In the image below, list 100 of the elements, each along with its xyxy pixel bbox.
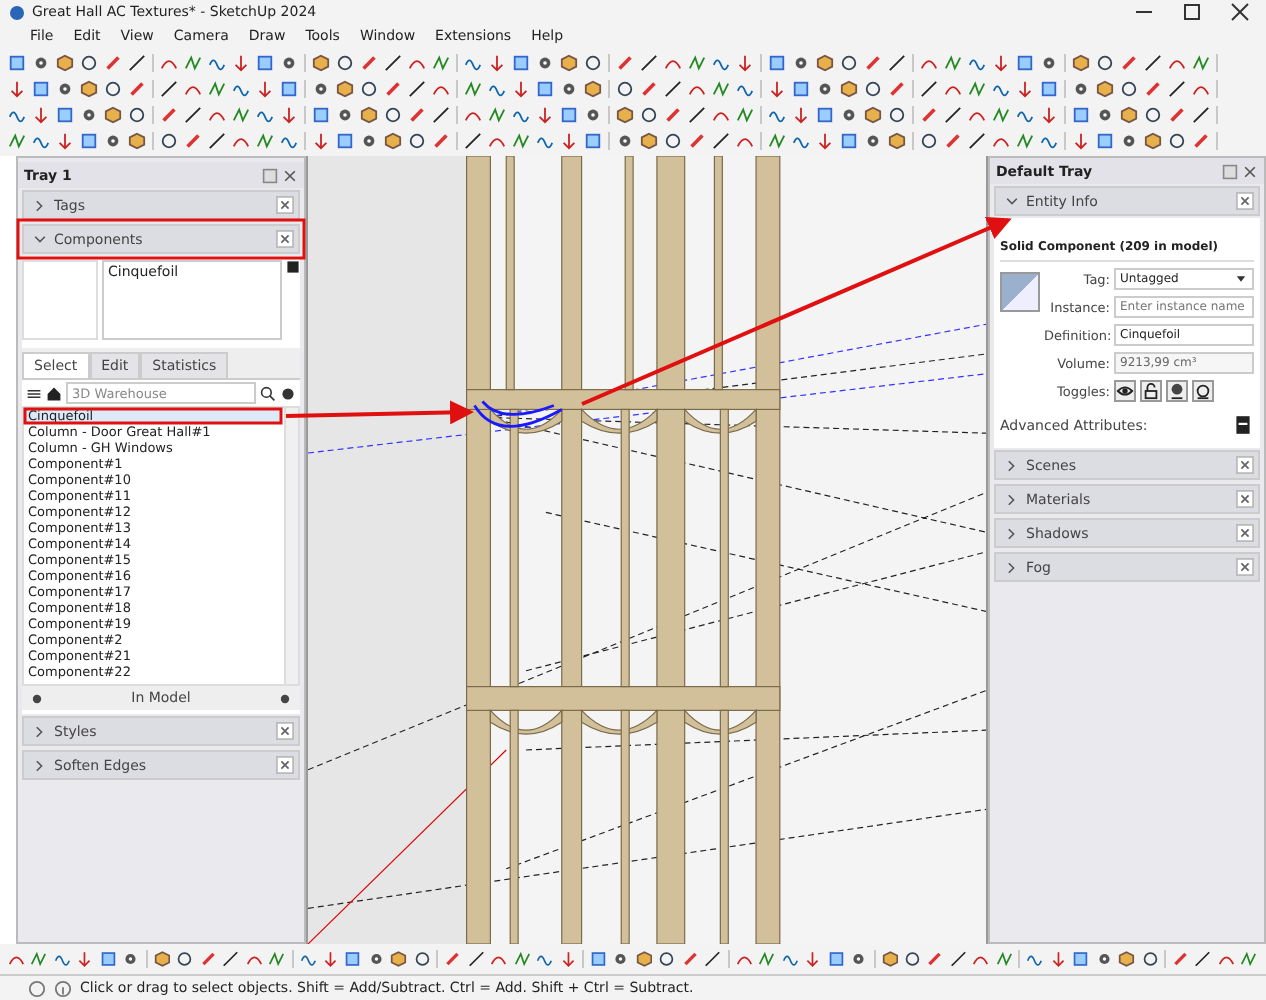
circle-icon[interactable] — [920, 132, 938, 150]
chevron-down-icon[interactable] — [32, 231, 48, 247]
lock-icon[interactable] — [1140, 380, 1162, 402]
close-icon[interactable] — [276, 756, 294, 774]
arrow-icon[interactable] — [816, 132, 834, 150]
close-icon[interactable] — [276, 722, 294, 740]
circle-icon[interactable] — [584, 54, 602, 72]
wave-icon[interactable] — [781, 950, 799, 968]
square-icon[interactable] — [280, 80, 298, 98]
line-icon[interactable] — [222, 950, 240, 968]
line-icon[interactable] — [640, 54, 658, 72]
line-icon[interactable] — [408, 80, 426, 98]
zigzag-icon[interactable] — [758, 950, 776, 968]
square-icon[interactable] — [344, 950, 362, 968]
zigzag-icon[interactable] — [8, 132, 26, 150]
square-icon[interactable] — [256, 54, 274, 72]
arrow-icon[interactable] — [792, 106, 810, 124]
circle-icon[interactable] — [413, 950, 431, 968]
close-icon[interactable] — [282, 167, 298, 183]
line-icon[interactable] — [704, 950, 722, 968]
square-icon[interactable] — [99, 950, 117, 968]
attributes-icon[interactable] — [1232, 414, 1254, 436]
square-icon[interactable] — [1016, 54, 1034, 72]
zigzag-icon[interactable] — [995, 950, 1013, 968]
line-icon[interactable] — [968, 132, 986, 150]
close-icon[interactable] — [1236, 558, 1254, 576]
square-icon[interactable] — [8, 54, 26, 72]
square-icon[interactable] — [1072, 106, 1090, 124]
square-icon[interactable] — [32, 80, 50, 98]
wave-icon[interactable] — [536, 950, 554, 968]
zigzag-icon[interactable] — [1192, 54, 1210, 72]
circle-icon[interactable] — [1144, 106, 1162, 124]
square-icon[interactable] — [512, 54, 530, 72]
circle-icon[interactable] — [104, 80, 122, 98]
circle-icon[interactable] — [160, 132, 178, 150]
circle-icon[interactable] — [1096, 54, 1114, 72]
circle-icon[interactable] — [658, 950, 676, 968]
circle-icon[interactable] — [1120, 80, 1138, 98]
info-icon[interactable] — [28, 979, 46, 997]
wave-icon[interactable] — [299, 950, 316, 968]
line-icon[interactable] — [1192, 106, 1210, 124]
square-icon[interactable] — [80, 132, 98, 150]
line-icon[interactable] — [467, 950, 485, 968]
circle-icon[interactable] — [1168, 132, 1186, 150]
arrow-icon[interactable] — [321, 950, 339, 968]
chevron-down-icon[interactable] — [1004, 193, 1020, 209]
chevron-right-icon[interactable] — [1004, 559, 1020, 575]
circle-icon[interactable] — [840, 54, 858, 72]
square-icon[interactable] — [312, 106, 330, 124]
line-icon[interactable] — [1168, 80, 1186, 98]
arrow-icon[interactable] — [559, 950, 577, 968]
scrollbar[interactable] — [284, 408, 298, 684]
square-icon[interactable] — [827, 950, 845, 968]
circle-icon[interactable] — [336, 54, 354, 72]
arrow-icon[interactable] — [560, 132, 578, 150]
arc-icon[interactable] — [972, 950, 990, 968]
line-icon[interactable] — [712, 132, 730, 150]
line-icon[interactable] — [464, 132, 482, 150]
square-icon[interactable] — [816, 106, 834, 124]
square-icon[interactable] — [1040, 80, 1058, 98]
list-icon[interactable] — [26, 385, 42, 401]
arc-icon[interactable] — [8, 950, 25, 968]
home-icon[interactable] — [46, 385, 62, 401]
arrow-icon[interactable] — [992, 54, 1010, 72]
chevron-right-icon[interactable] — [32, 197, 48, 213]
arrow-icon[interactable] — [76, 950, 94, 968]
line-icon[interactable] — [160, 80, 178, 98]
arrow-icon[interactable] — [488, 54, 506, 72]
circle-icon[interactable] — [128, 106, 146, 124]
circle-icon[interactable] — [408, 132, 426, 150]
square-icon[interactable] — [560, 106, 578, 124]
eye-icon[interactable] — [1114, 380, 1136, 402]
search-icon[interactable] — [260, 385, 276, 401]
close-icon[interactable] — [1242, 163, 1258, 179]
circle-icon[interactable] — [864, 80, 882, 98]
arrow-icon[interactable] — [1072, 132, 1090, 150]
circle-icon[interactable] — [176, 950, 194, 968]
pin-icon[interactable] — [1222, 163, 1238, 179]
circle-icon[interactable] — [640, 106, 658, 124]
arrow-icon[interactable] — [1016, 80, 1034, 98]
line-icon[interactable] — [1194, 950, 1212, 968]
arc-icon[interactable] — [1217, 950, 1235, 968]
circle-icon[interactable] — [616, 80, 634, 98]
circle-icon[interactable] — [664, 132, 682, 150]
arrow-icon[interactable] — [8, 80, 26, 98]
shadow-receive-icon[interactable] — [1192, 380, 1214, 402]
line-icon[interactable] — [664, 80, 682, 98]
line-icon[interactable] — [1144, 54, 1162, 72]
square-icon[interactable] — [336, 132, 354, 150]
line-icon[interactable] — [944, 106, 962, 124]
arc-icon[interactable] — [490, 950, 508, 968]
close-icon[interactable] — [276, 230, 294, 248]
line-icon[interactable] — [384, 54, 402, 72]
maximize-icon[interactable] — [1182, 2, 1202, 22]
zigzag-icon[interactable] — [268, 950, 286, 968]
close-icon[interactable] — [276, 196, 294, 214]
square-icon[interactable] — [536, 80, 554, 98]
circle-icon[interactable] — [1141, 950, 1159, 968]
wave-icon[interactable] — [53, 950, 71, 968]
zigzag-icon[interactable] — [1240, 950, 1258, 968]
